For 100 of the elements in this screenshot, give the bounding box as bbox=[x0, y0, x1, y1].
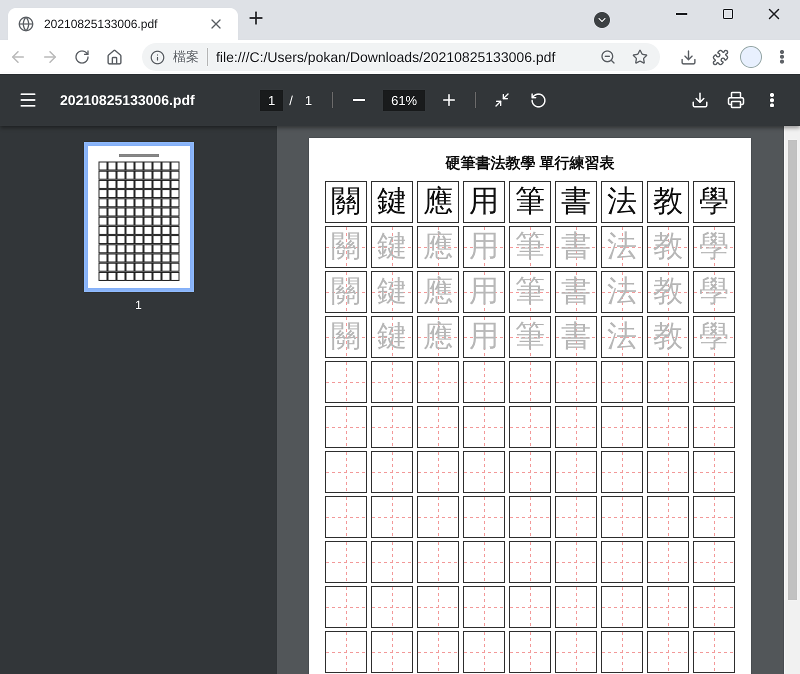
tracing-character: 教 bbox=[653, 232, 683, 262]
browser-tab[interactable]: 20210825133006.pdf bbox=[8, 8, 238, 40]
practice-cell bbox=[647, 406, 689, 448]
practice-cell bbox=[693, 586, 735, 628]
file-name: 20210825133006.pdf bbox=[60, 92, 196, 108]
tracing-character: 關 bbox=[331, 232, 361, 262]
practice-cell bbox=[693, 406, 735, 448]
tracing-character: 用 bbox=[469, 232, 499, 262]
practice-cell bbox=[647, 451, 689, 493]
practice-cell bbox=[463, 406, 505, 448]
practice-cell bbox=[417, 631, 459, 673]
star-icon bbox=[632, 49, 648, 65]
tracing-character: 應 bbox=[423, 232, 453, 262]
practice-cell bbox=[371, 631, 413, 673]
fit-page-icon bbox=[494, 92, 510, 108]
practice-cell bbox=[693, 361, 735, 403]
page-number-field[interactable]: 1 bbox=[260, 90, 284, 110]
magnifier-minus-icon bbox=[600, 49, 616, 65]
puzzle-icon bbox=[712, 48, 728, 66]
scheme-label: 檔案 bbox=[173, 48, 208, 66]
practice-cell bbox=[509, 631, 551, 673]
home-icon bbox=[106, 48, 122, 66]
tab-search-button[interactable] bbox=[594, 12, 610, 28]
globe-icon bbox=[18, 16, 34, 32]
practice-cell bbox=[509, 451, 551, 493]
practice-cell bbox=[555, 631, 597, 673]
practice-cell bbox=[371, 451, 413, 493]
practice-cell bbox=[463, 631, 505, 673]
practice-cell bbox=[693, 496, 735, 538]
reload-icon bbox=[74, 49, 90, 65]
tracing-character: 學 bbox=[699, 322, 729, 352]
practice-cell bbox=[693, 451, 735, 493]
tracing-character: 法 bbox=[607, 322, 637, 352]
practice-cell bbox=[509, 496, 551, 538]
tracing-character: 教 bbox=[653, 322, 683, 352]
minus-icon bbox=[352, 99, 366, 101]
practice-cell bbox=[417, 451, 459, 493]
practice-cell bbox=[693, 541, 735, 583]
forward-arrow-icon bbox=[41, 48, 59, 66]
tracing-character: 用 bbox=[469, 277, 499, 307]
practice-cell bbox=[647, 631, 689, 673]
model-character: 應 bbox=[423, 187, 453, 217]
practice-cell bbox=[417, 541, 459, 583]
tracing-character: 法 bbox=[607, 277, 637, 307]
url-text: file:///C:/Users/pokan/Downloads/20210825133006.pdf bbox=[216, 49, 556, 65]
model-character: 用 bbox=[469, 187, 499, 217]
practice-cell bbox=[601, 586, 643, 628]
practice-cell bbox=[463, 541, 505, 583]
printer-icon bbox=[727, 91, 745, 109]
scrollbar[interactable] bbox=[784, 126, 800, 674]
model-character: 書 bbox=[561, 187, 591, 217]
tracing-character: 書 bbox=[561, 322, 591, 352]
zoom-field[interactable]: 61% bbox=[383, 90, 426, 110]
practice-cell bbox=[647, 541, 689, 583]
model-character: 教 bbox=[653, 187, 683, 217]
practice-cell bbox=[463, 496, 505, 538]
practice-cell bbox=[371, 586, 413, 628]
practice-cell bbox=[555, 451, 597, 493]
practice-cell bbox=[601, 406, 643, 448]
tracing-character: 筆 bbox=[515, 322, 545, 352]
scrollbar-thumb[interactable] bbox=[788, 140, 796, 600]
tracing-character: 鍵 bbox=[377, 277, 407, 307]
practice-cell bbox=[601, 631, 643, 673]
practice-cell bbox=[647, 586, 689, 628]
tracing-character: 關 bbox=[331, 277, 361, 307]
practice-cell bbox=[601, 361, 643, 403]
practice-cell bbox=[417, 586, 459, 628]
tracing-character: 法 bbox=[607, 232, 637, 262]
model-character: 法 bbox=[607, 187, 637, 217]
model-character: 鍵 bbox=[377, 187, 407, 217]
practice-cell bbox=[325, 586, 367, 628]
practice-cell bbox=[371, 496, 413, 538]
tracing-character: 關 bbox=[331, 322, 361, 352]
practice-cell bbox=[509, 586, 551, 628]
download-icon bbox=[680, 48, 696, 66]
practice-cell bbox=[601, 451, 643, 493]
model-character: 關 bbox=[331, 187, 361, 217]
download-icon bbox=[691, 91, 709, 109]
thumbnail-label: 1 bbox=[135, 298, 142, 312]
practice-cell bbox=[417, 406, 459, 448]
model-character: 學 bbox=[699, 187, 729, 217]
tracing-character: 應 bbox=[423, 322, 453, 352]
address-bar[interactable]: 檔案 file:///C:/Users/pokan/Downloads/20210825133006.pdf bbox=[142, 43, 660, 71]
tracing-character: 學 bbox=[699, 232, 729, 262]
practice-cell bbox=[509, 406, 551, 448]
practice-cell bbox=[555, 541, 597, 583]
page-thumbnail[interactable] bbox=[84, 142, 194, 292]
more-vertical-icon bbox=[780, 50, 784, 64]
tracing-character: 應 bbox=[423, 277, 453, 307]
tracing-character: 用 bbox=[469, 322, 499, 352]
practice-cell bbox=[601, 541, 643, 583]
tracing-character: 教 bbox=[653, 277, 683, 307]
rotate-icon bbox=[530, 92, 547, 108]
page-total: 1 bbox=[304, 92, 312, 108]
practice-cell bbox=[463, 586, 505, 628]
minimize-icon bbox=[676, 13, 688, 15]
practice-cell bbox=[325, 496, 367, 538]
practice-cell bbox=[555, 406, 597, 448]
practice-cell bbox=[693, 631, 735, 673]
practice-cell bbox=[555, 361, 597, 403]
